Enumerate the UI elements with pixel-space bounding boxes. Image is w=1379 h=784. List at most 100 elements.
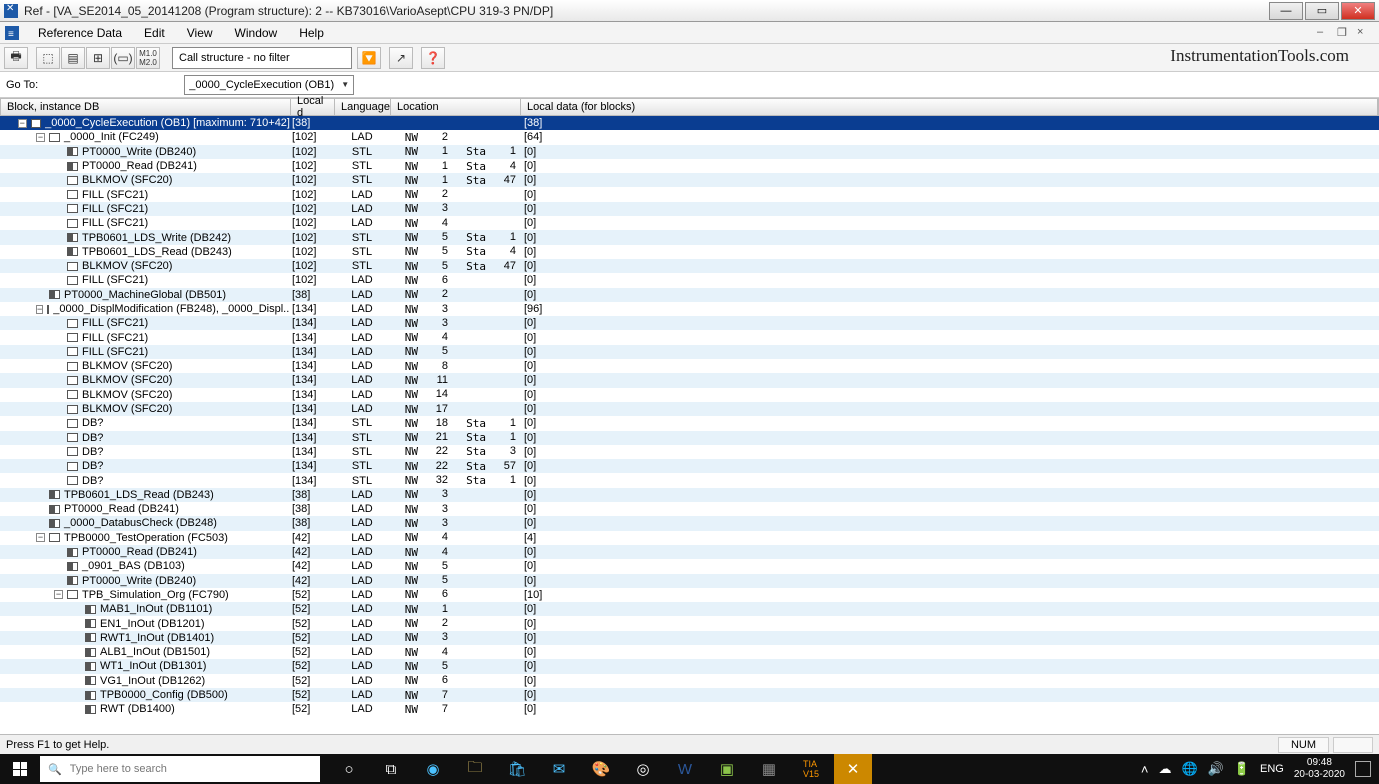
goto-select[interactable]: _0000_CycleExecution (OB1)	[184, 75, 354, 95]
tree-toggle[interactable]: −	[36, 533, 45, 542]
chrome-icon[interactable]: ◎	[624, 754, 662, 784]
cortana-icon[interactable]: ○	[330, 754, 368, 784]
col-header-loc[interactable]: Location	[391, 99, 521, 115]
tree-row[interactable]: FILL (SFC21)[102]LADNW2[0]	[0, 187, 1379, 201]
explorer-icon[interactable]: 🗀	[456, 754, 494, 784]
filter-combo[interactable]: Call structure - no filter	[172, 47, 352, 69]
tool-btn-5[interactable]: (▭)	[111, 47, 135, 69]
tree-toggle[interactable]: −	[36, 305, 43, 314]
tray-lang[interactable]: ENG	[1260, 763, 1284, 775]
tree-row[interactable]: BLKMOV (SFC20)[134]LADNW11[0]	[0, 373, 1379, 387]
app2-icon[interactable]: ▦	[750, 754, 788, 784]
tree-row[interactable]: FILL (SFC21)[102]LADNW3[0]	[0, 202, 1379, 216]
minimize-button[interactable]: —	[1269, 2, 1303, 20]
start-button[interactable]	[0, 754, 40, 784]
tree-row[interactable]: EN1_InOut (DB1201)[52]LADNW2[0]	[0, 616, 1379, 630]
tree-toggle[interactable]: −	[36, 133, 45, 142]
col-header-block[interactable]: Block, instance DB	[1, 99, 291, 115]
cell-localdata-blocks: [0]	[520, 289, 1379, 301]
tree-row[interactable]: RWT (DB1400)[52]LADNW7[0]	[0, 702, 1379, 716]
tray-chevron-icon[interactable]: ˄	[1141, 762, 1149, 777]
tree-row[interactable]: −TPB0000_TestOperation (FC503)[42]LADNW4…	[0, 531, 1379, 545]
tree-row[interactable]: PT0000_Write (DB240)[102]STLNW1Sta1[0]	[0, 145, 1379, 159]
tray-battery-icon[interactable]: 🔋	[1234, 761, 1250, 777]
ref-app-icon[interactable]: ✕	[834, 754, 872, 784]
tree-row[interactable]: PT0000_Write (DB240)[42]LADNW5[0]	[0, 574, 1379, 588]
tree-row[interactable]: BLKMOV (SFC20)[102]STLNW1Sta47[0]	[0, 173, 1379, 187]
paint-icon[interactable]: 🎨	[582, 754, 620, 784]
tool-filter[interactable]: 🔽	[357, 47, 381, 69]
mdi-minimize[interactable]: –	[1317, 26, 1331, 40]
tool-btn-2[interactable]: ⬚	[36, 47, 60, 69]
tray-clock[interactable]: 09:48 20-03-2020	[1294, 757, 1345, 781]
tia-icon[interactable]: TIAV15	[792, 754, 830, 784]
grid-body[interactable]: −_0000_CycleExecution (OB1) [maximum: 71…	[0, 116, 1379, 726]
menu-edit[interactable]: Edit	[134, 24, 175, 42]
tree-row[interactable]: BLKMOV (SFC20)[134]LADNW8[0]	[0, 359, 1379, 373]
tool-btn-3[interactable]: ▤	[61, 47, 85, 69]
tree-row[interactable]: −TPB_Simulation_Org (FC790)[52]LADNW6[10…	[0, 588, 1379, 602]
tool-btn-4[interactable]: ⊞	[86, 47, 110, 69]
tree-row[interactable]: FILL (SFC21)[134]LADNW3[0]	[0, 316, 1379, 330]
col-header-local[interactable]: Local d	[291, 99, 335, 115]
tree-row[interactable]: DB?[134]STLNW32Sta1[0]	[0, 473, 1379, 487]
tool-help[interactable]: ❓	[421, 47, 445, 69]
tool-btn-6[interactable]: M1.0M2.0	[136, 47, 160, 69]
tree-row[interactable]: _0000_DatabusCheck (DB248)[38]LADNW3[0]	[0, 516, 1379, 530]
tree-row[interactable]: TPB0601_LDS_Read (DB243)[102]STLNW5Sta4[…	[0, 245, 1379, 259]
mdi-close[interactable]: ×	[1357, 26, 1371, 40]
tree-row[interactable]: TPB0000_Config (DB500)[52]LADNW7[0]	[0, 688, 1379, 702]
tree-row[interactable]: −_0000_DisplModification (FB248), _0000_…	[0, 302, 1379, 316]
tray-volume-icon[interactable]: 🔊	[1208, 761, 1224, 777]
menu-view[interactable]: View	[177, 24, 223, 42]
tree-row[interactable]: −_0000_CycleExecution (OB1) [maximum: 71…	[0, 116, 1379, 130]
app1-icon[interactable]: ▣	[708, 754, 746, 784]
tree-row[interactable]: DB?[134]STLNW22Sta3[0]	[0, 445, 1379, 459]
tree-row[interactable]: DB?[134]STLNW21Sta1[0]	[0, 431, 1379, 445]
tool-print[interactable]: 🖶	[4, 47, 28, 69]
mail-icon[interactable]: ✉	[540, 754, 578, 784]
tree-row[interactable]: PT0000_MachineGlobal (DB501)[38]LADNW2[0…	[0, 288, 1379, 302]
store-icon[interactable]: 🛍	[498, 754, 536, 784]
block-name: FILL (SFC21)	[82, 332, 148, 344]
menu-window[interactable]: Window	[225, 24, 288, 42]
mdi-restore[interactable]: ❐	[1337, 26, 1351, 40]
col-header-ldata[interactable]: Local data (for blocks)	[521, 99, 1378, 115]
tree-row[interactable]: PT0000_Read (DB241)[102]STLNW1Sta4[0]	[0, 159, 1379, 173]
tree-row[interactable]: MAB1_InOut (DB1101)[52]LADNW1[0]	[0, 602, 1379, 616]
tree-row[interactable]: PT0000_Read (DB241)[38]LADNW3[0]	[0, 502, 1379, 516]
taskview-icon[interactable]: ⧉	[372, 754, 410, 784]
menu-reference-data[interactable]: Reference Data	[28, 24, 132, 42]
tool-btn-8[interactable]: ↗	[389, 47, 413, 69]
tree-row[interactable]: BLKMOV (SFC20)[134]LADNW17[0]	[0, 402, 1379, 416]
close-button[interactable]: ✕	[1341, 2, 1375, 20]
tree-row[interactable]: PT0000_Read (DB241)[42]LADNW4[0]	[0, 545, 1379, 559]
tree-row[interactable]: BLKMOV (SFC20)[102]STLNW5Sta47[0]	[0, 259, 1379, 273]
tree-row[interactable]: _0901_BAS (DB103)[42]LADNW5[0]	[0, 559, 1379, 573]
tray-network-icon[interactable]: 🌐	[1181, 761, 1197, 777]
tree-row[interactable]: −_0000_Init (FC249)[102]LADNW2[64]	[0, 130, 1379, 144]
menu-help[interactable]: Help	[289, 24, 334, 42]
tree-row[interactable]: FILL (SFC21)[102]LADNW6[0]	[0, 273, 1379, 287]
tree-row[interactable]: FILL (SFC21)[134]LADNW5[0]	[0, 345, 1379, 359]
tree-row[interactable]: FILL (SFC21)[134]LADNW4[0]	[0, 330, 1379, 344]
tree-row[interactable]: FILL (SFC21)[102]LADNW4[0]	[0, 216, 1379, 230]
tree-row[interactable]: TPB0601_LDS_Read (DB243)[38]LADNW3[0]	[0, 488, 1379, 502]
tree-row[interactable]: TPB0601_LDS_Write (DB242)[102]STLNW5Sta1…	[0, 230, 1379, 244]
edge-icon[interactable]: ◉	[414, 754, 452, 784]
tree-row[interactable]: DB?[134]STLNW22Sta57[0]	[0, 459, 1379, 473]
tree-row[interactable]: BLKMOV (SFC20)[134]LADNW14[0]	[0, 388, 1379, 402]
tree-toggle[interactable]: −	[18, 119, 27, 128]
word-icon[interactable]: W	[666, 754, 704, 784]
tree-row[interactable]: RWT1_InOut (DB1401)[52]LADNW3[0]	[0, 631, 1379, 645]
tree-toggle[interactable]: −	[54, 590, 63, 599]
tree-row[interactable]: ALB1_InOut (DB1501)[52]LADNW4[0]	[0, 645, 1379, 659]
tree-row[interactable]: VG1_InOut (DB1262)[52]LADNW6[0]	[0, 674, 1379, 688]
taskbar-search[interactable]: 🔍 Type here to search	[40, 756, 320, 782]
tray-onedrive-icon[interactable]: ☁	[1158, 761, 1171, 777]
maximize-button[interactable]: ▭	[1305, 2, 1339, 20]
tree-row[interactable]: DB?[134]STLNW18Sta1[0]	[0, 416, 1379, 430]
tray-notifications-icon[interactable]	[1355, 761, 1371, 777]
tree-row[interactable]: WT1_InOut (DB1301)[52]LADNW5[0]	[0, 659, 1379, 673]
col-header-lang[interactable]: Language	[335, 99, 391, 115]
